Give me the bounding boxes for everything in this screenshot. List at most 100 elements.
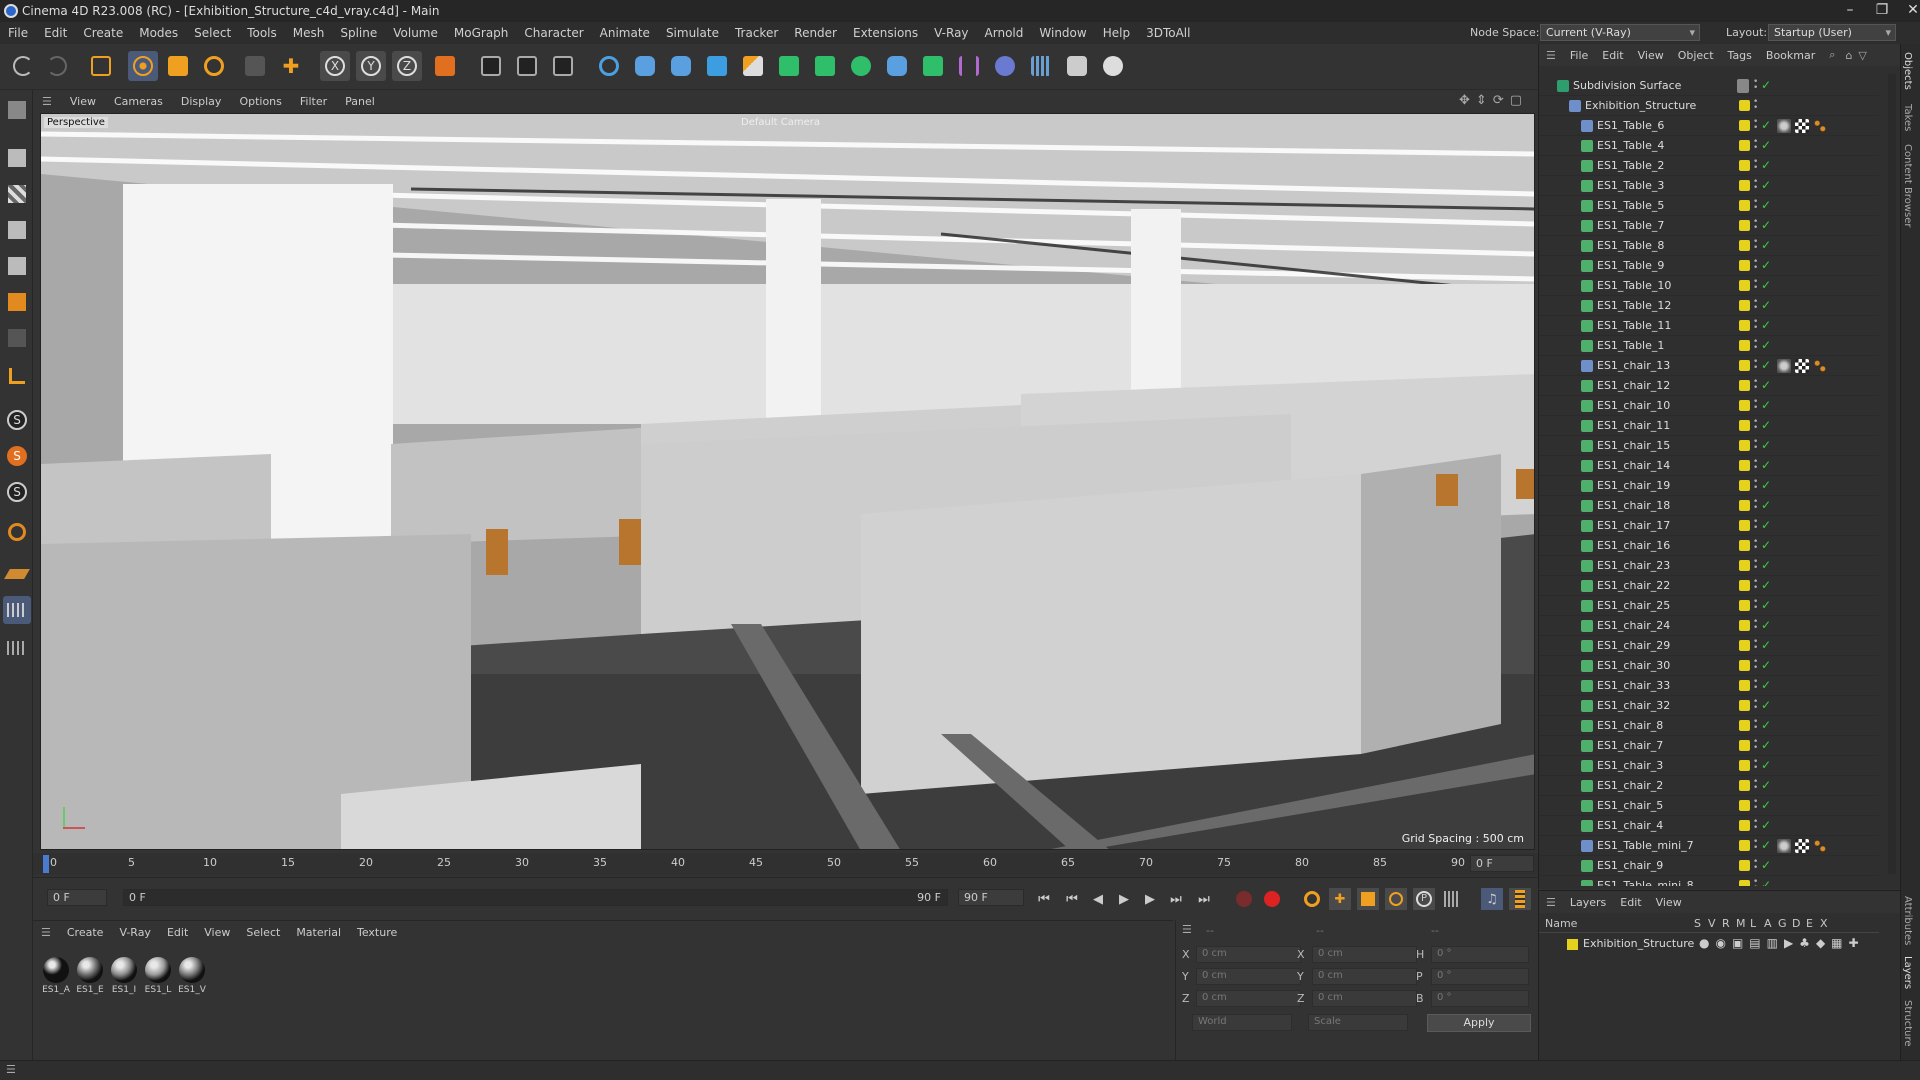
object-row[interactable]: ES1_chair_12 • • ✓ bbox=[1539, 376, 1879, 396]
object-row[interactable]: ES1_Table_2 • • ✓ bbox=[1539, 156, 1879, 176]
layer-color-swatch[interactable] bbox=[1739, 120, 1750, 131]
layer-flag-column[interactable]: R bbox=[1722, 917, 1736, 930]
object-row[interactable]: ES1_chair_24 • • ✓ bbox=[1539, 616, 1879, 636]
object-name[interactable]: ES1_chair_10 bbox=[1597, 399, 1670, 412]
object-name[interactable]: ES1_chair_15 bbox=[1597, 439, 1670, 452]
layer-flag-column[interactable]: E bbox=[1806, 917, 1820, 930]
visibility-dots-icon[interactable]: • • bbox=[1753, 198, 1758, 213]
timeline-playhead[interactable] bbox=[43, 855, 49, 873]
enabled-check-icon[interactable]: ✓ bbox=[1761, 158, 1771, 172]
layer-color-swatch[interactable] bbox=[1739, 660, 1750, 671]
sculpt-icon[interactable] bbox=[3, 518, 31, 546]
layer-color-swatch[interactable] bbox=[1739, 100, 1750, 111]
layer-color-swatch[interactable] bbox=[1739, 620, 1750, 631]
menu-window[interactable]: Window bbox=[1031, 26, 1094, 40]
object-row[interactable]: ES1_chair_9 • • ✓ bbox=[1539, 856, 1879, 876]
layer-color-swatch[interactable] bbox=[1739, 220, 1750, 231]
key-pla-icon[interactable] bbox=[1441, 888, 1463, 910]
selection-tool-icon[interactable] bbox=[86, 51, 116, 81]
enabled-check-icon[interactable]: ✓ bbox=[1761, 878, 1771, 886]
cloner-icon[interactable] bbox=[846, 51, 876, 81]
timeline-ruler[interactable]: 0 5 10 15 20 25 30 35 40 45 50 55 60 65 … bbox=[33, 853, 1538, 875]
visibility-dots-icon[interactable]: • • bbox=[1753, 298, 1758, 313]
y-axis-lock-icon[interactable]: Y bbox=[356, 51, 386, 81]
layer-color-swatch[interactable] bbox=[1739, 480, 1750, 491]
enabled-check-icon[interactable]: ✓ bbox=[1761, 698, 1771, 712]
visibility-dots-icon[interactable]: • • bbox=[1753, 758, 1758, 773]
redo-icon[interactable] bbox=[42, 51, 72, 81]
object-name[interactable]: ES1_Table_12 bbox=[1597, 299, 1671, 312]
status-hamburger-icon[interactable]: ☰ bbox=[6, 1063, 16, 1076]
layer-color-swatch[interactable] bbox=[1739, 800, 1750, 811]
object-name[interactable]: ES1_chair_2 bbox=[1597, 779, 1663, 792]
snap-icon-1[interactable]: S bbox=[3, 406, 31, 434]
menu-extensions[interactable]: Extensions bbox=[845, 26, 926, 40]
object-name[interactable]: ES1_chair_33 bbox=[1597, 679, 1670, 692]
menu-spline[interactable]: Spline bbox=[332, 26, 385, 40]
object-menu-object[interactable]: Object bbox=[1671, 49, 1721, 62]
enabled-check-icon[interactable]: ✓ bbox=[1761, 338, 1771, 352]
object-name[interactable]: ES1_Table_8 bbox=[1597, 239, 1664, 252]
visibility-dots-icon[interactable]: • • bbox=[1753, 318, 1758, 333]
object-menu-bookmarks[interactable]: Bookmar bbox=[1759, 49, 1822, 62]
object-row[interactable]: ES1_chair_5 • • ✓ bbox=[1539, 796, 1879, 816]
layers-menu-layers[interactable]: Layers bbox=[1563, 896, 1613, 909]
viewport-menu-view[interactable]: View bbox=[61, 95, 105, 108]
enabled-check-icon[interactable]: ✓ bbox=[1761, 118, 1771, 132]
visibility-dots-icon[interactable]: • • bbox=[1753, 638, 1758, 653]
mograph-tag-icon[interactable] bbox=[1813, 119, 1827, 133]
undo-icon[interactable] bbox=[8, 51, 38, 81]
layer-color-swatch[interactable] bbox=[1739, 500, 1750, 511]
size-z-field[interactable]: 0 cm bbox=[1312, 990, 1417, 1007]
visibility-dots-icon[interactable]: • • bbox=[1753, 258, 1758, 273]
layer-color-swatch[interactable] bbox=[1739, 160, 1750, 171]
enabled-check-icon[interactable]: ✓ bbox=[1761, 418, 1771, 432]
visibility-dots-icon[interactable]: • • bbox=[1753, 658, 1758, 673]
object-row[interactable]: ES1_Table_3 • • ✓ bbox=[1539, 176, 1879, 196]
visibility-dots-icon[interactable]: • • bbox=[1753, 798, 1758, 813]
mograph-tag-icon[interactable] bbox=[1813, 839, 1827, 853]
visibility-dots-icon[interactable]: • • bbox=[1753, 498, 1758, 513]
object-name[interactable]: ES1_Table_4 bbox=[1597, 139, 1664, 152]
layer-flag-column[interactable]: X bbox=[1820, 917, 1834, 930]
visibility-dots-icon[interactable]: • • bbox=[1753, 158, 1758, 173]
object-name[interactable]: Exhibition_Structure bbox=[1585, 99, 1696, 112]
menu-edit[interactable]: Edit bbox=[36, 26, 75, 40]
size-y-field[interactable]: 0 cm bbox=[1312, 968, 1417, 985]
enabled-check-icon[interactable]: ✓ bbox=[1761, 138, 1771, 152]
record-keys-icon[interactable] bbox=[1233, 888, 1255, 910]
object-row[interactable]: ES1_chair_8 • • ✓ bbox=[1539, 716, 1879, 736]
material-menu-vray[interactable]: V-Ray bbox=[111, 926, 159, 939]
layer-color-swatch[interactable] bbox=[1739, 140, 1750, 151]
visibility-dots-icon[interactable]: • • bbox=[1753, 578, 1758, 593]
object-row[interactable]: ES1_chair_4 • • ✓ bbox=[1539, 816, 1879, 836]
end-frame-field[interactable]: 90 F bbox=[958, 889, 1024, 906]
visibility-dots-icon[interactable]: • • bbox=[1753, 338, 1758, 353]
visibility-dots-icon[interactable]: • • bbox=[1753, 438, 1758, 453]
texture-tag-icon[interactable] bbox=[1795, 119, 1809, 133]
layer-flag-icons[interactable]: ●◉▣▤▥▶♣◆▦✚ bbox=[1699, 936, 1865, 950]
side-tab-attributes[interactable]: Attributes bbox=[1902, 896, 1913, 945]
layer-color-swatch[interactable] bbox=[1739, 200, 1750, 211]
close-icon[interactable]: ✕ bbox=[1893, 0, 1920, 22]
enabled-check-icon[interactable]: ✓ bbox=[1761, 78, 1771, 92]
object-row[interactable]: ES1_chair_2 • • ✓ bbox=[1539, 776, 1879, 796]
rot-h-field[interactable]: 0 ° bbox=[1431, 946, 1529, 963]
viewport-nav-icons[interactable]: ✥⇕⟳▢ bbox=[1459, 93, 1528, 108]
python-icon-1[interactable] bbox=[630, 51, 660, 81]
enabled-check-icon[interactable]: ✓ bbox=[1761, 678, 1771, 692]
next-frame-icon[interactable]: ▶ bbox=[1139, 888, 1161, 910]
object-name[interactable]: ES1_Table_mini_8 bbox=[1597, 879, 1694, 886]
enabled-check-icon[interactable]: ✓ bbox=[1761, 738, 1771, 752]
enabled-check-icon[interactable]: ✓ bbox=[1761, 378, 1771, 392]
enabled-check-icon[interactable]: ✓ bbox=[1761, 638, 1771, 652]
enabled-check-icon[interactable]: ✓ bbox=[1761, 818, 1771, 832]
visibility-dots-icon[interactable]: • • bbox=[1753, 538, 1758, 553]
object-name[interactable]: ES1_chair_11 bbox=[1597, 419, 1670, 432]
locked-workplane-icon[interactable] bbox=[3, 634, 31, 662]
layer-color-swatch[interactable] bbox=[1739, 820, 1750, 831]
z-axis-lock-icon[interactable]: Z bbox=[392, 51, 422, 81]
visibility-dots-icon[interactable]: • • bbox=[1753, 478, 1758, 493]
menu-help[interactable]: Help bbox=[1095, 26, 1138, 40]
render-settings-icon[interactable] bbox=[548, 51, 578, 81]
